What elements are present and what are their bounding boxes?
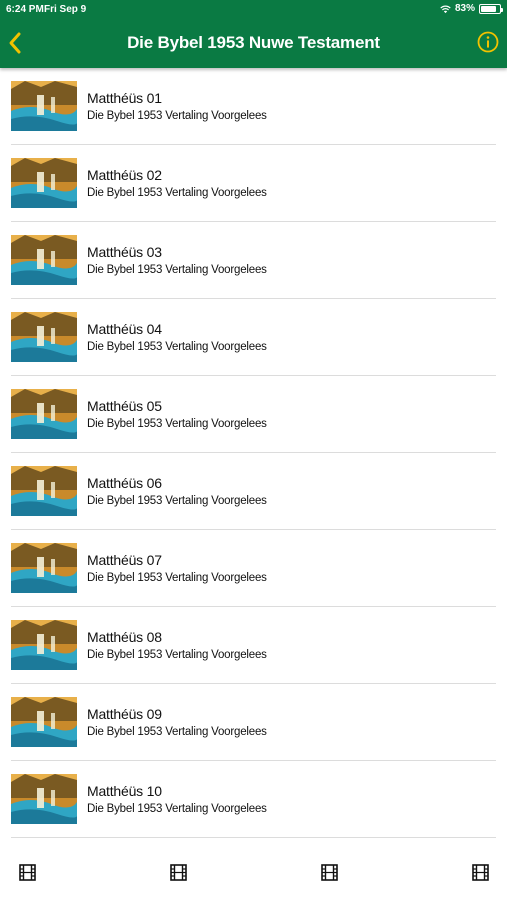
film-icon[interactable] <box>321 864 338 881</box>
item-subtitle: Die Bybel 1953 Vertaling Voorgelees <box>87 187 267 199</box>
status-indicators: 83% <box>440 3 503 14</box>
item-subtitle: Die Bybel 1953 Vertaling Voorgelees <box>87 649 267 661</box>
thumbnail-image <box>11 466 77 516</box>
list-item[interactable]: Matthéüs 05 Die Bybel 1953 Vertaling Voo… <box>0 376 507 453</box>
wifi-icon <box>440 5 451 13</box>
thumbnail-image <box>11 389 77 439</box>
item-title: Matthéüs 07 <box>87 552 162 568</box>
status-bar: 6:24 PM Fri Sep 9 83% <box>0 0 507 18</box>
film-icon[interactable] <box>19 864 36 881</box>
item-title: Matthéüs 05 <box>87 398 162 414</box>
status-date: Fri Sep 9 <box>44 4 87 15</box>
item-title: Matthéüs 01 <box>87 90 162 106</box>
item-title: Matthéüs 09 <box>87 706 162 722</box>
thumbnail-image <box>11 774 77 824</box>
divider <box>11 837 496 838</box>
list-item[interactable]: Matthéüs 06 Die Bybel 1953 Vertaling Voo… <box>0 453 507 530</box>
item-subtitle: Die Bybel 1953 Vertaling Voorgelees <box>87 110 267 122</box>
info-circle-icon[interactable] <box>477 31 499 53</box>
list-item[interactable]: Matthéüs 04 Die Bybel 1953 Vertaling Voo… <box>0 299 507 376</box>
list-item[interactable]: Matthéüs 10 Die Bybel 1953 Vertaling Voo… <box>0 761 507 838</box>
app-header: 6:24 PM Fri Sep 9 83% Die Bybel 1953 Nuw… <box>0 0 507 68</box>
item-subtitle: Die Bybel 1953 Vertaling Voorgelees <box>87 341 267 353</box>
item-subtitle: Die Bybel 1953 Vertaling Voorgelees <box>87 726 267 738</box>
battery-percent: 83% <box>454 3 475 14</box>
thumbnail-image <box>11 697 77 747</box>
list-item[interactable]: Matthéüs 07 Die Bybel 1953 Vertaling Voo… <box>0 530 507 607</box>
list-item[interactable]: Matthéüs 02 Die Bybel 1953 Vertaling Voo… <box>0 145 507 222</box>
item-title: Matthéüs 10 <box>87 783 162 799</box>
item-title: Matthéüs 06 <box>87 475 162 491</box>
item-subtitle: Die Bybel 1953 Vertaling Voorgelees <box>87 418 267 430</box>
item-subtitle: Die Bybel 1953 Vertaling Voorgelees <box>87 495 267 507</box>
page-title: Die Bybel 1953 Nuwe Testament <box>127 33 380 52</box>
film-icon[interactable] <box>170 864 187 881</box>
battery-icon <box>479 3 503 14</box>
item-title: Matthéüs 03 <box>87 244 162 260</box>
chapter-list: Matthéüs 01 Die Bybel 1953 Vertaling Voo… <box>0 68 507 838</box>
thumbnail-image <box>11 235 77 285</box>
thumbnail-image <box>11 158 77 208</box>
list-item[interactable]: Matthéüs 03 Die Bybel 1953 Vertaling Voo… <box>0 222 507 299</box>
item-title: Matthéüs 08 <box>87 629 162 645</box>
item-subtitle: Die Bybel 1953 Vertaling Voorgelees <box>87 803 267 815</box>
list-item[interactable]: Matthéüs 01 Die Bybel 1953 Vertaling Voo… <box>0 68 507 145</box>
item-title: Matthéüs 04 <box>87 321 162 337</box>
film-icon[interactable] <box>472 864 489 881</box>
bottom-tab-bar <box>0 848 507 900</box>
thumbnail-image <box>11 620 77 670</box>
list-item[interactable]: Matthéüs 09 Die Bybel 1953 Vertaling Voo… <box>0 684 507 761</box>
item-subtitle: Die Bybel 1953 Vertaling Voorgelees <box>87 264 267 276</box>
item-subtitle: Die Bybel 1953 Vertaling Voorgelees <box>87 572 267 584</box>
status-time: 6:24 PM <box>6 4 44 15</box>
thumbnail-image <box>11 81 77 131</box>
list-item[interactable]: Matthéüs 08 Die Bybel 1953 Vertaling Voo… <box>0 607 507 684</box>
thumbnail-image <box>11 543 77 593</box>
item-title: Matthéüs 02 <box>87 167 162 183</box>
chevron-left-icon[interactable] <box>8 31 22 55</box>
thumbnail-image <box>11 312 77 362</box>
